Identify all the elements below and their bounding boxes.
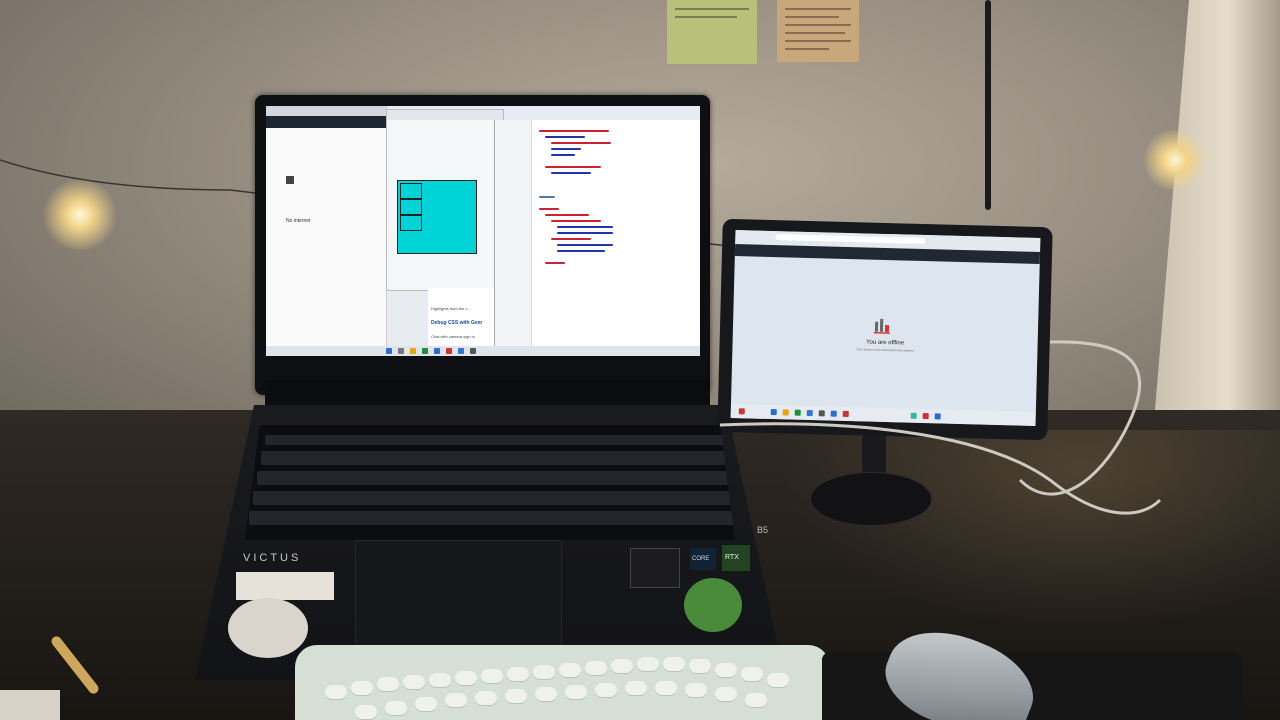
file-explorer xyxy=(495,120,532,346)
dino-icon xyxy=(286,176,294,184)
white-cables xyxy=(720,340,1162,515)
sidebar-panel: Highlights from the c... Debug CSS with … xyxy=(428,288,494,348)
browser-window: No internet xyxy=(266,106,387,346)
sticker-dragon xyxy=(684,578,742,632)
sticky-note-orange xyxy=(777,0,859,62)
gpu-label: RTX xyxy=(725,554,739,561)
laptop-screen: No internet Highlights from the c... Deb… xyxy=(266,106,700,356)
sticker-cpu: CORE xyxy=(690,548,716,570)
edge-icon xyxy=(434,348,440,354)
browser-icon xyxy=(422,348,428,354)
sidebar-heading: Debug CSS with Gem xyxy=(431,320,483,326)
browser-bookmarks-bar xyxy=(266,116,386,128)
tablet-url-bar xyxy=(775,234,926,245)
search-icon xyxy=(398,348,404,354)
laptop-keyboard xyxy=(245,425,735,540)
sticker-specs xyxy=(630,548,680,588)
paper-sheet xyxy=(0,690,60,720)
preview-titlebar xyxy=(387,110,503,120)
sidebar-note: Chat with camera sign in xyxy=(431,334,475,339)
cyan-layout-box xyxy=(397,180,477,254)
preview-window xyxy=(386,109,504,291)
sticker-round xyxy=(228,598,308,658)
folder-icon xyxy=(410,348,416,354)
code-editor-window xyxy=(494,120,700,346)
cpu-label: CORE xyxy=(692,556,710,562)
code-icon xyxy=(458,348,464,354)
terminal-icon xyxy=(470,348,476,354)
laptop-brand: VICTUS xyxy=(243,552,302,564)
external-keyboard xyxy=(295,645,830,720)
light-bulb-right xyxy=(1140,130,1210,190)
sticky-note-green xyxy=(667,0,757,64)
sidebar-caption: Highlights from the c... xyxy=(431,306,471,311)
laptop-taskbar xyxy=(266,346,700,356)
mousepad xyxy=(822,652,1242,720)
photo-scene: No internet Highlights from the c... Deb… xyxy=(0,0,1280,720)
trackpad xyxy=(355,540,562,652)
browser-tab-bar xyxy=(266,106,386,116)
offline-title: No internet xyxy=(286,218,311,224)
start-icon xyxy=(386,348,392,354)
sticker-card xyxy=(236,572,334,600)
app-icon xyxy=(446,348,452,354)
light-bulb-left xyxy=(40,180,120,250)
